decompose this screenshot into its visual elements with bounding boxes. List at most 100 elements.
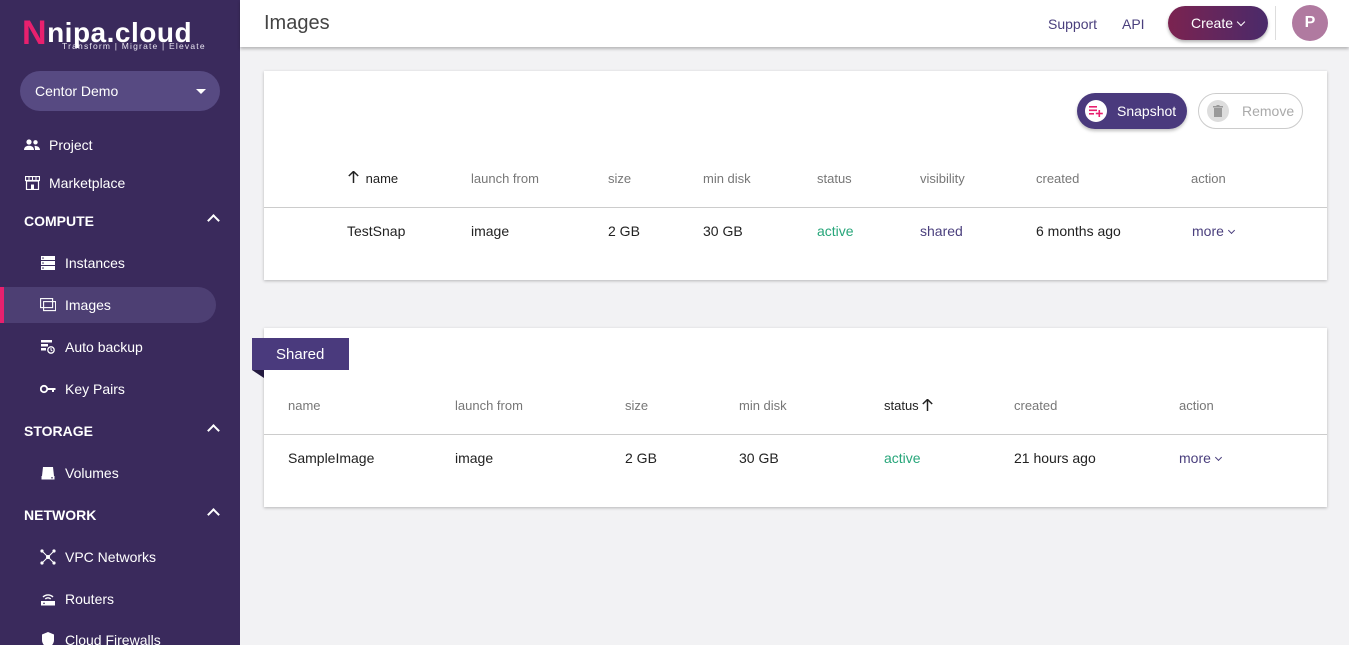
- shield-icon: [40, 632, 56, 645]
- column-header-status[interactable]: status: [884, 398, 934, 413]
- page-title: Images: [264, 12, 330, 34]
- column-header-label: name: [365, 171, 399, 186]
- sidebar-item-label: Images: [65, 297, 111, 313]
- section-compute-label: COMPUTE: [24, 213, 94, 229]
- cell-name[interactable]: TestSnap: [347, 223, 405, 239]
- section-storage[interactable]: STORAGE: [0, 413, 240, 449]
- support-link[interactable]: Support: [1048, 16, 1097, 32]
- logo-tagline: Transform | Migrate | Elevate: [62, 41, 206, 51]
- sidebar-item-label: Cloud Firewalls: [65, 632, 161, 645]
- column-header-label: status: [884, 398, 919, 413]
- column-header-name[interactable]: name: [348, 170, 399, 186]
- caret-down-icon: [196, 89, 206, 94]
- more-actions-label: more: [1179, 450, 1211, 466]
- column-header-status[interactable]: status: [817, 171, 852, 186]
- column-header-visibility[interactable]: visibility: [920, 171, 965, 186]
- create-button[interactable]: Create: [1168, 6, 1268, 40]
- sidebar-item-label: Volumes: [65, 465, 119, 481]
- top-header: Images Support API Create P: [240, 0, 1349, 47]
- sidebar-item-vpc-networks[interactable]: VPC Networks: [0, 539, 216, 575]
- column-header-min-disk[interactable]: min disk: [739, 398, 787, 413]
- key-icon: [40, 381, 56, 397]
- more-actions-label: more: [1192, 223, 1224, 239]
- sidebar-item-volumes[interactable]: Volumes: [0, 455, 216, 491]
- cell-name[interactable]: SampleImage: [288, 450, 374, 466]
- cell-size: 2 GB: [625, 450, 657, 466]
- sort-arrow-up-icon: [348, 170, 363, 186]
- images-icon: [40, 297, 56, 313]
- section-storage-label: STORAGE: [24, 423, 93, 439]
- chevron-down-icon: [1214, 453, 1222, 462]
- sidebar-item-label: VPC Networks: [65, 549, 157, 565]
- store-icon: [24, 175, 40, 191]
- server-icon: [40, 255, 56, 271]
- project-select[interactable]: Centor Demo: [20, 71, 220, 111]
- column-header-launch-from[interactable]: launch from: [471, 171, 539, 186]
- people-icon: [24, 137, 40, 153]
- nipa-cloud-logo[interactable]: Nnipa.cloud Transform | Migrate | Elevat…: [22, 10, 222, 54]
- sidebar-item-label: Instances: [65, 255, 125, 271]
- router-icon: [40, 591, 56, 607]
- more-actions-button[interactable]: more: [1179, 450, 1222, 466]
- chevron-down-icon: [1227, 226, 1235, 235]
- column-header-launch-from[interactable]: launch from: [455, 398, 523, 413]
- sidebar-item-images[interactable]: Images: [0, 287, 216, 323]
- table-divider: [264, 207, 1327, 208]
- sort-arrow-up-icon: [922, 398, 934, 413]
- column-header-name[interactable]: name: [288, 398, 321, 413]
- column-header-size[interactable]: size: [608, 171, 631, 186]
- trash-icon: [1207, 100, 1229, 122]
- cell-launch-from: image: [455, 450, 494, 466]
- avatar[interactable]: P: [1292, 5, 1328, 41]
- table-divider: [264, 434, 1327, 435]
- cell-created: 21 hours ago: [1014, 450, 1096, 466]
- chevron-up-icon: [207, 214, 220, 227]
- sidebar-item-label: Routers: [65, 591, 115, 607]
- section-compute[interactable]: COMPUTE: [0, 203, 240, 239]
- api-link[interactable]: API: [1122, 16, 1145, 32]
- section-network-label: NETWORK: [24, 507, 97, 523]
- cell-size: 2 GB: [608, 223, 640, 239]
- sidebar-item-cloud-firewalls[interactable]: Cloud Firewalls: [0, 622, 216, 645]
- snapshot-button[interactable]: Snapshot: [1077, 93, 1187, 129]
- create-button-label: Create: [1191, 15, 1234, 31]
- sidebar-item-label: Project: [49, 137, 93, 153]
- status-badge: active: [817, 223, 854, 239]
- cell-min-disk: 30 GB: [739, 450, 779, 466]
- more-actions-button[interactable]: more: [1192, 223, 1235, 239]
- backup-icon: [40, 339, 56, 355]
- column-header-action: action: [1191, 171, 1226, 186]
- images-card: Snapshot Remove name launch from size mi…: [264, 71, 1327, 280]
- shared-ribbon: Shared: [252, 338, 349, 370]
- sidebar-item-label: Auto backup: [65, 339, 143, 355]
- visibility-badge: shared: [920, 223, 963, 239]
- sidebar-item-marketplace[interactable]: Marketplace: [0, 165, 216, 201]
- column-header-created[interactable]: created: [1036, 171, 1079, 186]
- sidebar-item-auto-backup[interactable]: Auto backup: [0, 329, 216, 365]
- column-header-created[interactable]: created: [1014, 398, 1057, 413]
- cell-created: 6 months ago: [1036, 223, 1121, 239]
- sidebar-item-label: Marketplace: [49, 175, 126, 191]
- network-icon: [40, 549, 56, 565]
- sidebar-item-label: Key Pairs: [65, 381, 125, 397]
- remove-button-label: Remove: [1242, 103, 1295, 119]
- sidebar-item-routers[interactable]: Routers: [0, 581, 216, 617]
- section-network[interactable]: NETWORK: [0, 497, 240, 533]
- chevron-up-icon: [207, 424, 220, 437]
- logo-letter-n: N: [22, 14, 48, 52]
- sidebar-item-instances[interactable]: Instances: [0, 245, 216, 281]
- header-divider: [1275, 6, 1276, 40]
- sidebar: Nnipa.cloud Transform | Migrate | Elevat…: [0, 0, 240, 645]
- column-header-size[interactable]: size: [625, 398, 648, 413]
- sidebar-item-project[interactable]: Project: [0, 127, 216, 163]
- status-badge: active: [884, 450, 921, 466]
- shared-images-card: name launch from size min disk status cr…: [264, 328, 1327, 507]
- ribbon-fold: [252, 370, 264, 378]
- column-header-min-disk[interactable]: min disk: [703, 171, 751, 186]
- snapshot-button-label: Snapshot: [1117, 103, 1177, 119]
- sidebar-item-key-pairs[interactable]: Key Pairs: [0, 371, 216, 407]
- remove-button[interactable]: Remove: [1198, 93, 1303, 129]
- cell-min-disk: 30 GB: [703, 223, 743, 239]
- snapshot-add-icon: [1085, 100, 1107, 122]
- column-header-action: action: [1179, 398, 1214, 413]
